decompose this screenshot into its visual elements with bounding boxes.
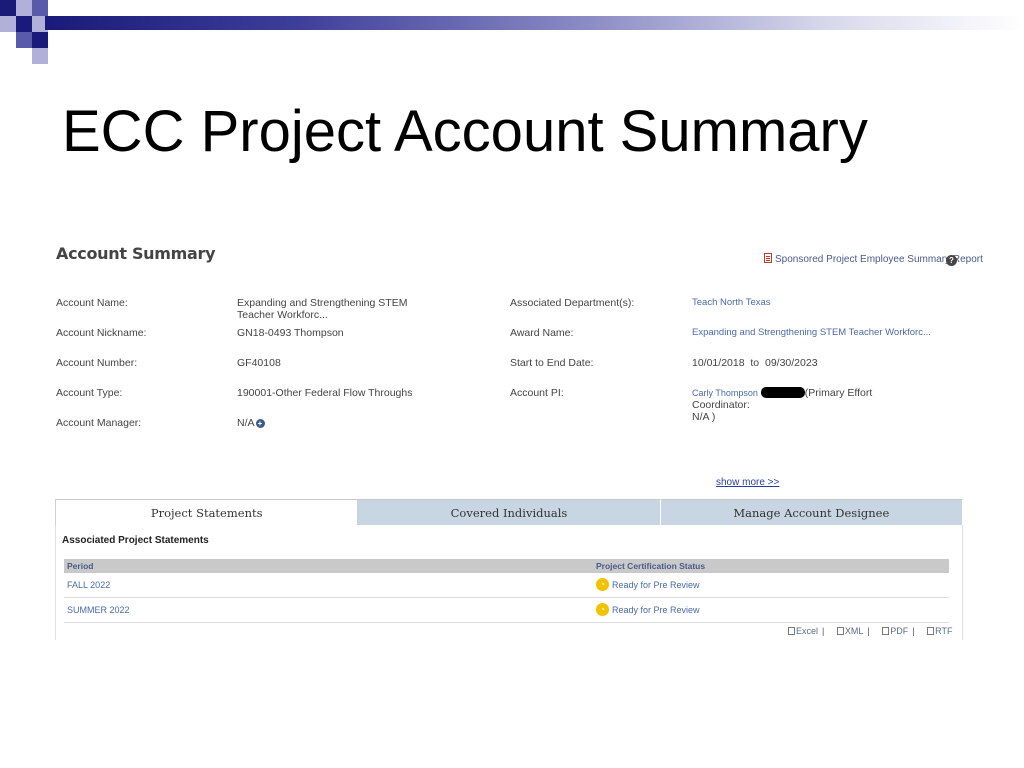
account-nickname-value: GN18-0493 Thompson	[237, 327, 344, 339]
show-more-link[interactable]: show more >>	[716, 477, 779, 488]
account-summary-heading: Account Summary	[56, 244, 216, 263]
slide-title: ECC Project Account Summary	[62, 99, 868, 164]
account-pi-role-value: N/A )	[692, 411, 716, 423]
award-name-link[interactable]: Expanding and Strengthening STEM Teacher…	[692, 327, 931, 339]
period-link[interactable]: SUMMER 2022	[67, 605, 130, 615]
tab-bar: Project Statements Covered Individuals M…	[55, 499, 963, 525]
award-name-label: Award Name:	[510, 327, 574, 339]
tab-manage-account-designee[interactable]: Manage Account Designee	[660, 499, 963, 525]
account-manager-value: N/A +	[237, 417, 265, 429]
export-xml-link[interactable]: XML	[836, 626, 864, 636]
export-pdf-label: PDF	[890, 626, 909, 636]
table-row: SUMMER 2022 ◔ Ready for Pre Review	[64, 599, 949, 623]
deco-square	[32, 32, 48, 48]
account-number-label: Account Number:	[56, 357, 138, 369]
account-manager-label: Account Manager:	[56, 417, 142, 429]
account-name-label: Account Name:	[56, 297, 128, 309]
table-row: FALL 2022 ◔ Ready for Pre Review	[64, 574, 949, 598]
deco-square	[32, 0, 48, 16]
export-xml-label: XML	[844, 626, 864, 636]
excel-icon	[788, 627, 795, 635]
deco-gradient-bar	[45, 16, 1024, 30]
account-pi-label: Account PI:	[510, 387, 564, 399]
period-link[interactable]: FALL 2022	[67, 580, 110, 590]
start-end-date-value: 10/01/2018 to 09/30/2023	[692, 357, 818, 369]
account-summary-screenshot: Account Summary Sponsored Project Employ…	[52, 236, 983, 646]
pending-status-icon: ◔	[596, 603, 609, 616]
redacted-block	[760, 387, 805, 398]
pdf-icon	[882, 627, 890, 635]
account-name-value: Expanding and Strengthening STEM Teacher…	[237, 297, 408, 321]
associated-project-statements-heading: Associated Project Statements	[62, 535, 209, 546]
account-number-value: GF40108	[237, 357, 281, 369]
table-header: Period Project Certification Status	[64, 559, 949, 573]
associated-department-label: Associated Department(s):	[510, 297, 635, 309]
column-header-period[interactable]: Period	[67, 560, 93, 572]
export-rtf-link[interactable]: RTF	[927, 626, 952, 636]
rtf-icon	[927, 627, 935, 635]
pdf-icon	[764, 253, 772, 263]
export-pdf-link[interactable]: PDF	[882, 626, 908, 636]
tab-covered-individuals[interactable]: Covered Individuals	[358, 499, 661, 525]
account-pi-value: Carly Thompson (Primary Effort Coordinat…	[692, 387, 922, 423]
account-pi-name-link[interactable]: Carly Thompson	[692, 388, 758, 398]
export-excel-label: Excel	[796, 626, 819, 636]
deco-square	[0, 0, 16, 16]
deco-square	[32, 48, 48, 64]
add-manager-icon[interactable]: +	[255, 419, 265, 428]
xml-icon	[836, 627, 844, 635]
status-text: Ready for Pre Review	[612, 605, 700, 615]
account-type-value: 190001-Other Federal Flow Throughs	[237, 387, 413, 399]
deco-square	[16, 16, 32, 32]
export-rtf-label: RTF	[935, 626, 953, 636]
column-header-certification-status[interactable]: Project Certification Status	[596, 560, 705, 572]
account-nickname-label: Account Nickname:	[56, 327, 147, 339]
start-end-date-label: Start to End Date:	[510, 357, 594, 369]
certification-status[interactable]: ◔ Ready for Pre Review	[596, 603, 700, 616]
slide-decoration	[0, 0, 1024, 70]
status-text: Ready for Pre Review	[612, 580, 700, 590]
certification-status[interactable]: ◔ Ready for Pre Review	[596, 578, 700, 591]
account-manager-text: N/A	[237, 417, 255, 429]
deco-square	[16, 0, 32, 16]
deco-square	[16, 32, 32, 48]
pending-status-icon: ◔	[596, 578, 609, 591]
export-excel-link[interactable]: Excel	[788, 626, 818, 636]
deco-square	[0, 16, 16, 32]
associated-department-link[interactable]: Teach North Texas	[692, 297, 771, 309]
account-type-label: Account Type:	[56, 387, 123, 399]
tab-project-statements[interactable]: Project Statements	[55, 499, 359, 525]
export-links: Excel | XML | PDF | RTF	[788, 626, 956, 636]
help-icon[interactable]: ?	[946, 255, 957, 266]
